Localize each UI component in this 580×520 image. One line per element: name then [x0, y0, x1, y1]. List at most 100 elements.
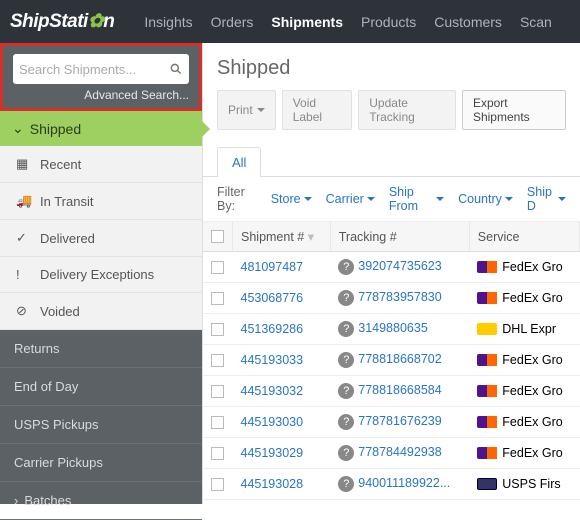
sidebar-sub-recent[interactable]: ▦ Recent: [0, 146, 202, 183]
sidebar-item-returns[interactable]: Returns: [0, 330, 202, 368]
nav-items: Insights Orders Shipments Products Customers…: [144, 14, 551, 30]
chevron-down-icon: ⌄: [12, 120, 24, 137]
status-icon: ✓: [16, 230, 32, 246]
shipment-link[interactable]: 445193032: [241, 384, 304, 398]
nav-shipments[interactable]: Shipments: [271, 14, 343, 30]
tracking-link[interactable]: 778818668702: [358, 352, 441, 366]
help-icon[interactable]: ?: [338, 290, 354, 306]
sidebar-item-end-of-day[interactable]: End of Day: [0, 368, 202, 406]
caret-down-icon: [367, 197, 375, 201]
sidebar-item-batches[interactable]: ›Batches: [0, 482, 202, 520]
row-checkbox[interactable]: [211, 323, 224, 336]
shipment-link[interactable]: 445193028: [241, 477, 304, 491]
shipment-link[interactable]: 453068776: [241, 291, 304, 305]
tracking-link[interactable]: 392074735623: [358, 259, 441, 273]
help-icon[interactable]: ?: [338, 321, 354, 337]
filter-country[interactable]: Country: [458, 192, 513, 206]
sidebar-sub-in-transit[interactable]: 🚚In Transit: [0, 183, 202, 220]
row-checkbox[interactable]: [211, 354, 224, 367]
shipment-link[interactable]: 481097487: [241, 260, 304, 274]
fedex-icon: [477, 354, 497, 366]
search-box[interactable]: [13, 54, 189, 84]
table-row: 445193027?940011189922...USPS Firs: [203, 500, 580, 505]
nav-orders[interactable]: Orders: [211, 14, 254, 30]
table-row: 453068776? 778783957830 FedEx Gro: [203, 283, 580, 314]
row-checkbox[interactable]: [211, 292, 224, 305]
sidebar-sub-label: Recent: [40, 157, 81, 172]
table-row: 451369286? 3149880635 DHL Expr: [203, 314, 580, 345]
row-checkbox[interactable]: [211, 261, 224, 274]
help-icon[interactable]: ?: [338, 414, 354, 430]
filter-carrier[interactable]: Carrier: [326, 192, 375, 206]
sidebar-sub-voided[interactable]: ⊘Voided: [0, 293, 202, 330]
shipment-link[interactable]: 445193033: [241, 353, 304, 367]
nav-customers[interactable]: Customers: [434, 14, 502, 30]
row-checkbox[interactable]: [211, 385, 224, 398]
caret-down-icon: [257, 108, 265, 112]
tracking-link[interactable]: 940011189922...: [358, 476, 450, 490]
tab-all[interactable]: All: [217, 147, 261, 177]
sidebar-sub-list: ▦ Recent 🚚In Transit✓Delivered!Delivery Ex…: [0, 146, 202, 330]
sidebar-sub-label: Voided: [40, 304, 80, 319]
print-button[interactable]: Print: [217, 90, 276, 130]
shipment-link[interactable]: 445193029: [241, 446, 304, 460]
fedex-icon: [477, 385, 497, 397]
sidebar-item-label: Carrier Pickups: [14, 455, 103, 470]
sidebar-sub-delivered[interactable]: ✓Delivered: [0, 220, 202, 257]
table-row: 445193032? 778818668584 FedEx Gro: [203, 376, 580, 407]
caret-down-icon: [304, 197, 312, 201]
tracking-link[interactable]: 778818668584: [358, 383, 441, 397]
status-icon: ▦: [16, 156, 32, 172]
tracking-link[interactable]: 778781676239: [358, 414, 441, 428]
void-label-button[interactable]: Void Label: [282, 90, 353, 130]
service-cell: FedEx Gro: [477, 384, 571, 398]
table-row: 445193033?778818668702FedEx Gro: [203, 345, 580, 376]
service-label: FedEx Gro: [502, 384, 562, 398]
nav-insights[interactable]: Insights: [144, 14, 192, 30]
brand-text: ShipStati: [10, 11, 88, 33]
help-icon[interactable]: ?: [338, 259, 354, 275]
page-title: Shipped: [217, 57, 566, 80]
filter-store[interactable]: Store: [271, 192, 312, 206]
tracking-link[interactable]: 778783957830: [358, 290, 441, 304]
filter-ship-from[interactable]: Ship From: [389, 185, 444, 213]
sidebar-item-usps-pickups[interactable]: USPS Pickups: [0, 406, 202, 444]
help-icon[interactable]: ?: [338, 352, 354, 368]
help-icon[interactable]: ?: [338, 445, 354, 461]
status-icon: !: [16, 267, 32, 282]
tracking-link[interactable]: 778784492938: [358, 445, 441, 459]
update-tracking-button[interactable]: Update Tracking: [358, 90, 456, 130]
fedex-icon: [477, 292, 497, 304]
select-all-checkbox[interactable]: [211, 230, 224, 243]
sidebar-item-carrier-pickups[interactable]: Carrier Pickups: [0, 444, 202, 482]
service-cell: FedEx Gro: [477, 291, 571, 305]
service-label: FedEx Gro: [502, 446, 562, 460]
nav-products[interactable]: Products: [361, 14, 416, 30]
row-checkbox[interactable]: [211, 416, 224, 429]
help-icon[interactable]: ?: [338, 476, 354, 492]
advanced-search-link[interactable]: Advanced Search...: [13, 84, 189, 102]
col-service[interactable]: Service: [469, 222, 579, 252]
tracking-link[interactable]: 3149880635: [358, 321, 428, 335]
filter-ship-d[interactable]: Ship D: [527, 185, 566, 213]
row-checkbox[interactable]: [211, 447, 224, 460]
export-shipments-button[interactable]: Export Shipments: [462, 90, 566, 130]
sidebar-sub-delivery-exceptions[interactable]: !Delivery Exceptions: [0, 257, 202, 293]
service-cell: FedEx Gro: [477, 260, 571, 274]
service-cell: DHL Expr: [477, 322, 571, 336]
sidebar-item-shipped[interactable]: ⌄ Shipped: [0, 111, 202, 146]
sidebar-item-label: End of Day: [14, 379, 78, 394]
row-checkbox[interactable]: [211, 478, 224, 491]
help-icon[interactable]: ?: [338, 383, 354, 399]
nav-scan[interactable]: Scan: [520, 14, 552, 30]
sidebar-active-label: Shipped: [30, 121, 81, 137]
col-tracking[interactable]: Tracking #: [330, 222, 469, 252]
main-content: Shipped Print Void Label Update Tracking…: [202, 43, 580, 504]
shipment-link[interactable]: 451369286: [241, 322, 304, 336]
logo: ShipStati✿n: [10, 10, 114, 33]
fedex-icon: [477, 261, 497, 273]
shipment-link[interactable]: 445193030: [241, 415, 304, 429]
search-input[interactable]: [19, 62, 169, 77]
col-shipment[interactable]: Shipment # ▾: [233, 222, 331, 252]
search-icon[interactable]: [169, 62, 183, 76]
